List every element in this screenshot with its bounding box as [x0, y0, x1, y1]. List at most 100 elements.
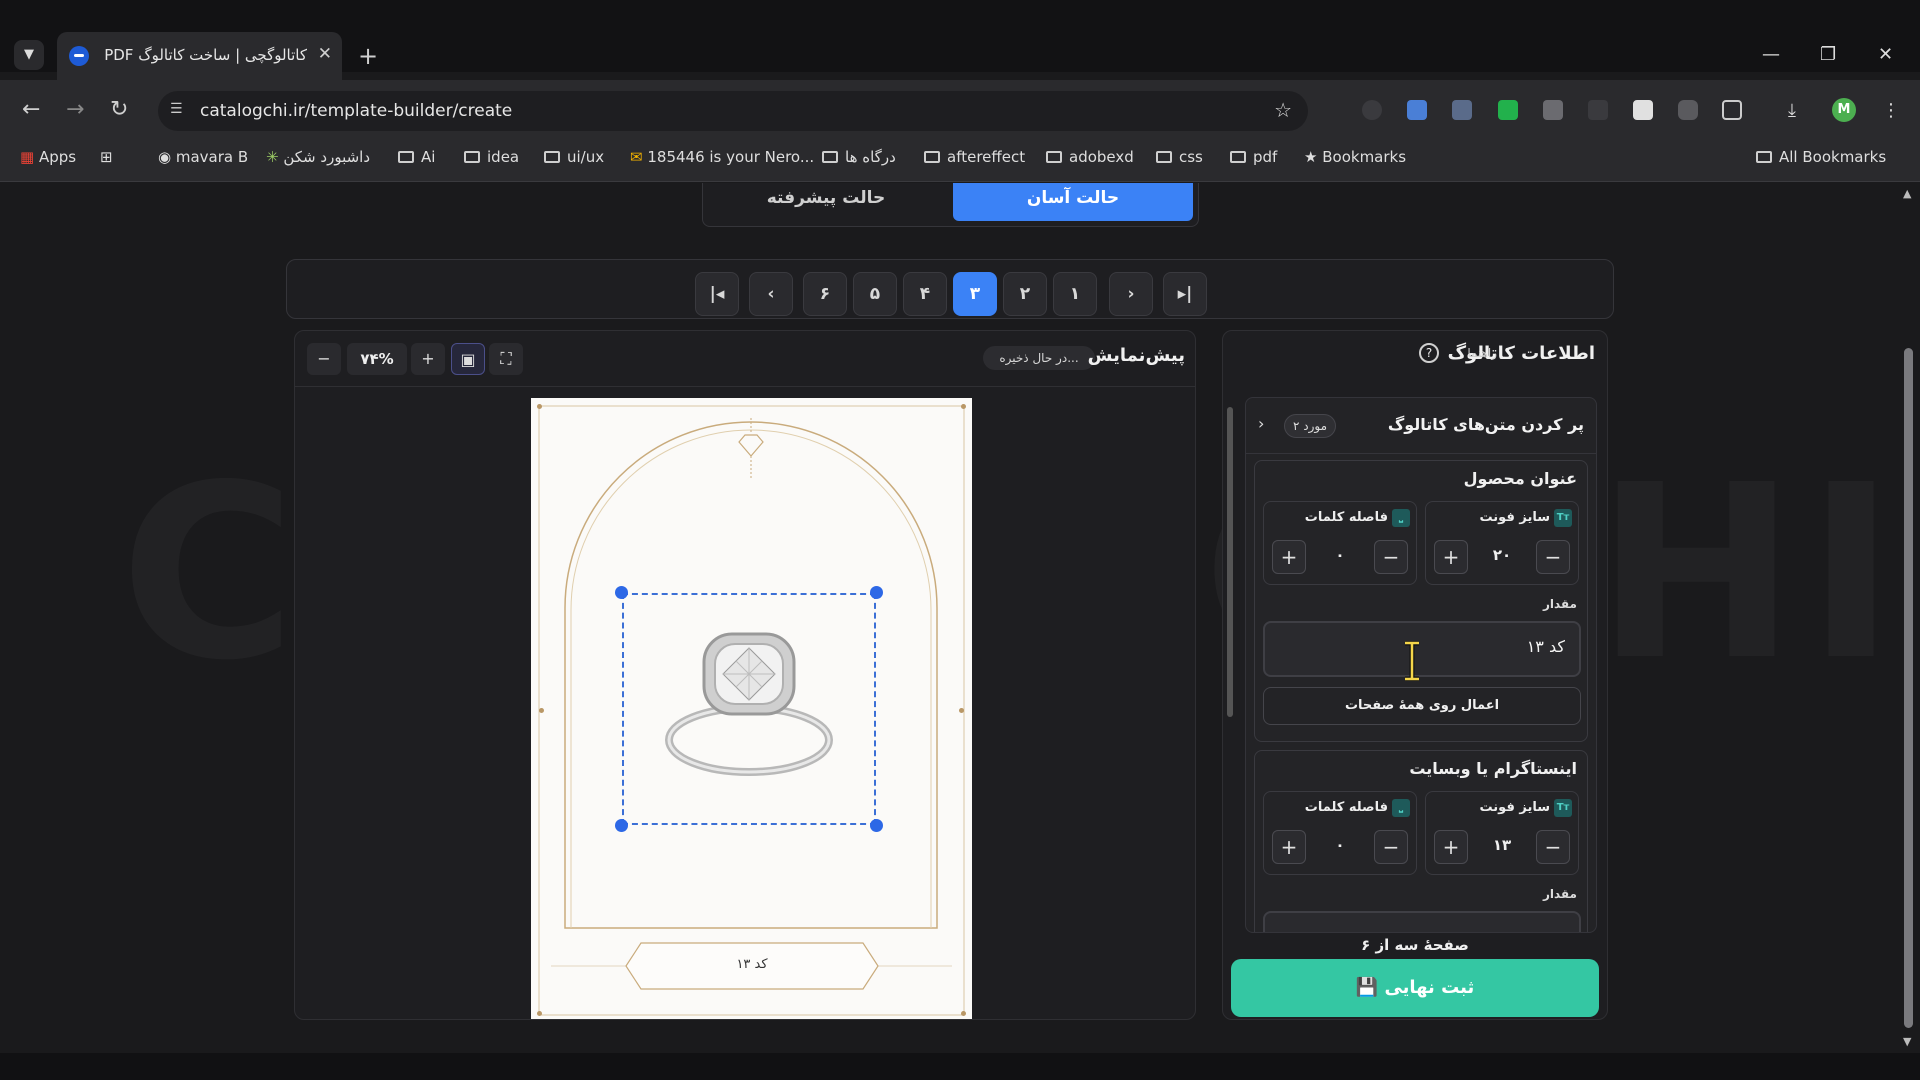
profile-avatar[interactable]: M — [1832, 98, 1856, 122]
bottom-bar — [0, 1053, 1920, 1080]
page-button-5[interactable]: ۵ — [853, 272, 897, 316]
bookmark-mavara[interactable]: ◉ mavara B — [158, 148, 248, 166]
translate-extension-icon[interactable] — [1407, 100, 1427, 120]
bookmark-dargah[interactable]: درگاه ها — [822, 148, 896, 166]
increase-word-spacing-button[interactable]: + — [1272, 540, 1306, 574]
field-title: عنوان محصول — [1463, 469, 1577, 488]
restore-button[interactable]: ❐ — [1820, 44, 1836, 65]
new-tab-button[interactable]: + — [358, 42, 378, 70]
bookmark-pdf[interactable]: pdf — [1230, 148, 1277, 166]
apply-all-pages-button[interactable]: اعمال روی همهٔ صفحات — [1263, 687, 1581, 725]
preview-panel: − ۷۴% + ▣ ⛶ در حال ذخیره... پیش‌نمایش — [294, 330, 1196, 1020]
scrollbar-thumb[interactable] — [1904, 348, 1913, 1028]
decrease-word-spacing-button[interactable]: − — [1374, 830, 1408, 864]
zoom-level: ۷۴% — [347, 343, 407, 375]
next-page-button[interactable]: ‹ — [749, 272, 793, 316]
last-page-button[interactable]: |◂ — [695, 272, 739, 316]
corner-dot — [537, 1011, 542, 1016]
section-scrollbar[interactable] — [1227, 397, 1233, 933]
bookmark-star-icon[interactable]: ☆ — [1274, 98, 1292, 122]
camera-extension-icon[interactable] — [1678, 100, 1698, 120]
increase-font-size-button[interactable]: + — [1434, 540, 1468, 574]
page-button-2[interactable]: ۲ — [1003, 272, 1047, 316]
tab-strip: ▼ کاتالوگچی | ساخت کاتالوگ PDF ✕ + — ❐ ✕ — [0, 0, 1920, 80]
resize-handle[interactable] — [615, 819, 628, 832]
bookmark-ai[interactable]: Ai — [398, 148, 435, 166]
bookmark-aftereffect[interactable]: aftereffect — [924, 148, 1025, 166]
increase-word-spacing-button[interactable]: + — [1272, 830, 1306, 864]
bookmark-bookmarks[interactable]: ★ Bookmarks — [1304, 148, 1406, 166]
shekan-icon: ✳ — [266, 148, 279, 166]
chevron-right-icon[interactable]: › — [1258, 414, 1264, 433]
m-extension-icon[interactable] — [1543, 100, 1563, 120]
easy-mode-button[interactable]: حالت آسان — [953, 183, 1193, 221]
image-selection-box[interactable] — [622, 593, 876, 825]
bookmark-css[interactable]: css — [1156, 148, 1203, 166]
product-code-label: کد ۱۳ — [626, 943, 878, 993]
fit-screen-icon[interactable]: ▣ — [451, 343, 485, 375]
scroll-down-icon[interactable]: ▼ — [1903, 1035, 1911, 1048]
catalog-page-canvas[interactable]: کد ۱۳ — [531, 398, 972, 1019]
folder-icon — [1230, 151, 1246, 163]
resize-handle[interactable] — [870, 586, 883, 599]
resize-handle[interactable] — [870, 819, 883, 832]
decrease-font-size-button[interactable]: − — [1536, 540, 1570, 574]
final-submit-button[interactable]: 💾 ثبت نهایی — [1231, 959, 1599, 1017]
page-button-6[interactable]: ۶ — [803, 272, 847, 316]
product-title-input[interactable]: کد ۱۳ — [1263, 621, 1581, 677]
decrease-word-spacing-button[interactable]: − — [1374, 540, 1408, 574]
tab-close-icon[interactable]: ✕ — [318, 44, 332, 64]
recycle-extension-icon[interactable] — [1588, 100, 1608, 120]
bookmark-nero-mail[interactable]: ✉ 185446 is your Nero... — [630, 148, 814, 166]
menu-icon[interactable]: ⋮ — [1882, 100, 1902, 121]
bookmark-shekan[interactable]: ✳ داشبورد شکن — [266, 148, 370, 166]
extension-p-icon[interactable] — [1362, 100, 1382, 120]
green-extension-icon[interactable] — [1498, 100, 1518, 120]
instagram-website-input[interactable] — [1263, 911, 1581, 932]
bookmark-idea[interactable]: idea — [464, 148, 519, 166]
page-button-4[interactable]: ۴ — [903, 272, 947, 316]
word-spacing-value: ۰ — [1335, 836, 1345, 854]
forward-icon[interactable]: → — [66, 97, 84, 122]
bookmark-uiux[interactable]: ui/ux — [544, 148, 604, 166]
page-button-1[interactable]: ۱ — [1053, 272, 1097, 316]
url-text[interactable]: catalogchi.ir/template-builder/create — [200, 101, 512, 121]
first-page-button[interactable]: ▸| — [1163, 272, 1207, 316]
folder-icon — [1156, 151, 1172, 163]
increase-font-size-button[interactable]: + — [1434, 830, 1468, 864]
advanced-mode-button[interactable]: حالت پیشرفته — [711, 183, 941, 221]
word-spacing-icon: ⎵ — [1392, 509, 1410, 527]
tab-search-button[interactable]: ▼ — [14, 40, 44, 70]
reload-icon[interactable]: ↻ — [110, 97, 128, 122]
folder-icon — [464, 151, 480, 163]
address-bar[interactable]: ☰ catalogchi.ir/template-builder/create … — [158, 91, 1308, 131]
bookmark-extension-icon[interactable] — [1633, 100, 1653, 120]
zoom-in-icon[interactable]: + — [411, 343, 445, 375]
tab-title: کاتالوگچی | ساخت کاتالوگ PDF — [104, 46, 307, 64]
back-icon[interactable]: ← — [22, 97, 40, 122]
help-link[interactable]: راهنما — [1467, 346, 1497, 360]
extensions-puzzle-icon[interactable] — [1722, 100, 1742, 120]
browser-tab[interactable]: کاتالوگچی | ساخت کاتالوگ PDF ✕ — [57, 32, 342, 80]
page-button-3[interactable]: ۳ — [953, 272, 997, 316]
scroll-up-icon[interactable]: ▲ — [1903, 187, 1911, 200]
all-bookmarks[interactable]: All Bookmarks — [1756, 148, 1886, 166]
minimize-button[interactable]: — — [1762, 44, 1780, 65]
bookmark-apps[interactable]: ▦ Apps — [20, 148, 76, 166]
word-spacing-label: فاصله کلمات — [1304, 800, 1388, 815]
section-header[interactable]: › ۲ مورد پر کردن متن‌های کاتالوگ — [1246, 398, 1596, 454]
resize-handle[interactable] — [615, 586, 628, 599]
fullscreen-icon[interactable]: ⛶ — [489, 343, 523, 375]
prev-page-button[interactable]: › — [1109, 272, 1153, 316]
bookmark-adobexd[interactable]: adobexd — [1046, 148, 1134, 166]
download-icon[interactable]: ⤓ — [1788, 100, 1808, 121]
extension-icon[interactable] — [1452, 100, 1472, 120]
grid-icon[interactable]: ⊞ — [100, 148, 113, 166]
zoom-out-icon[interactable]: − — [307, 343, 341, 375]
help-icon[interactable]: ? — [1419, 343, 1439, 363]
site-info-icon[interactable]: ☰ — [170, 101, 188, 119]
page-scrollbar[interactable]: ▲ ▼ — [1898, 183, 1920, 1053]
close-window-button[interactable]: ✕ — [1878, 44, 1893, 65]
word-spacing-icon: ⎵ — [1392, 799, 1410, 817]
decrease-font-size-button[interactable]: − — [1536, 830, 1570, 864]
